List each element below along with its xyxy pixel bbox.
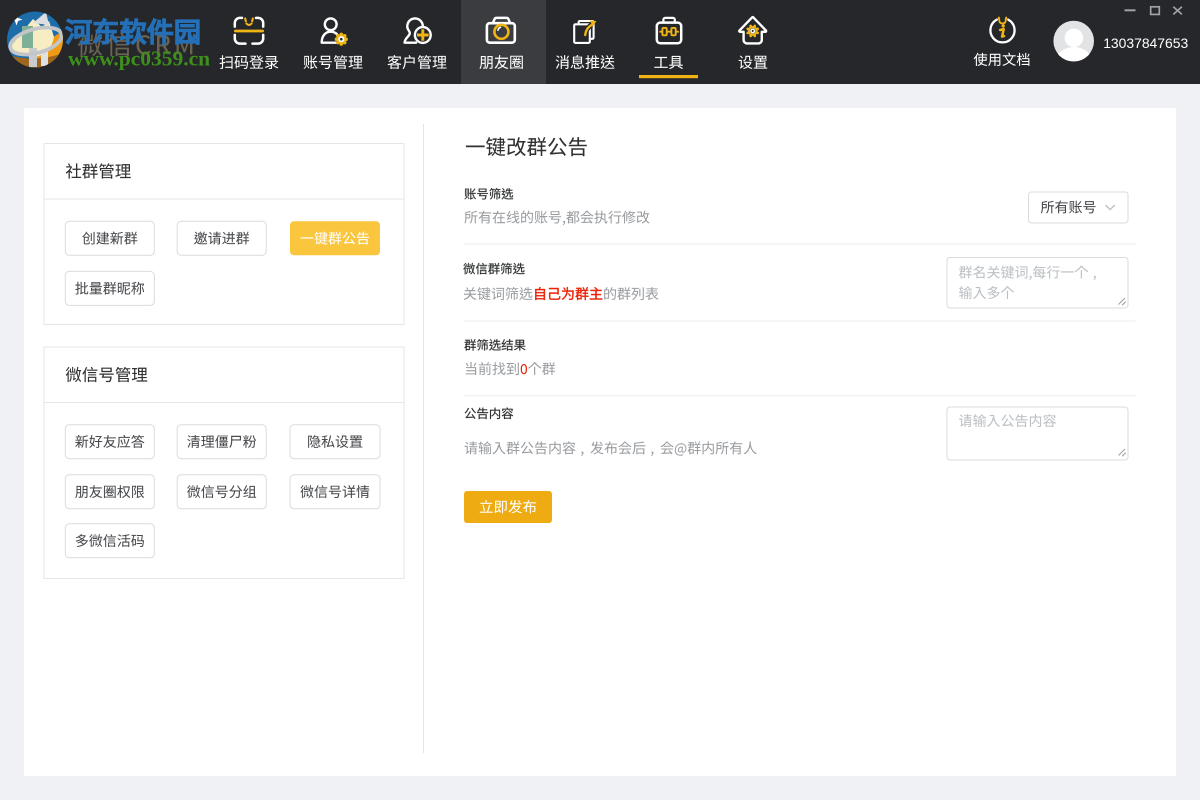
svg-text:www.pc0359.cn: www.pc0359.cn xyxy=(68,47,210,71)
svg-text:13037847653: 13037847653 xyxy=(1103,35,1188,51)
